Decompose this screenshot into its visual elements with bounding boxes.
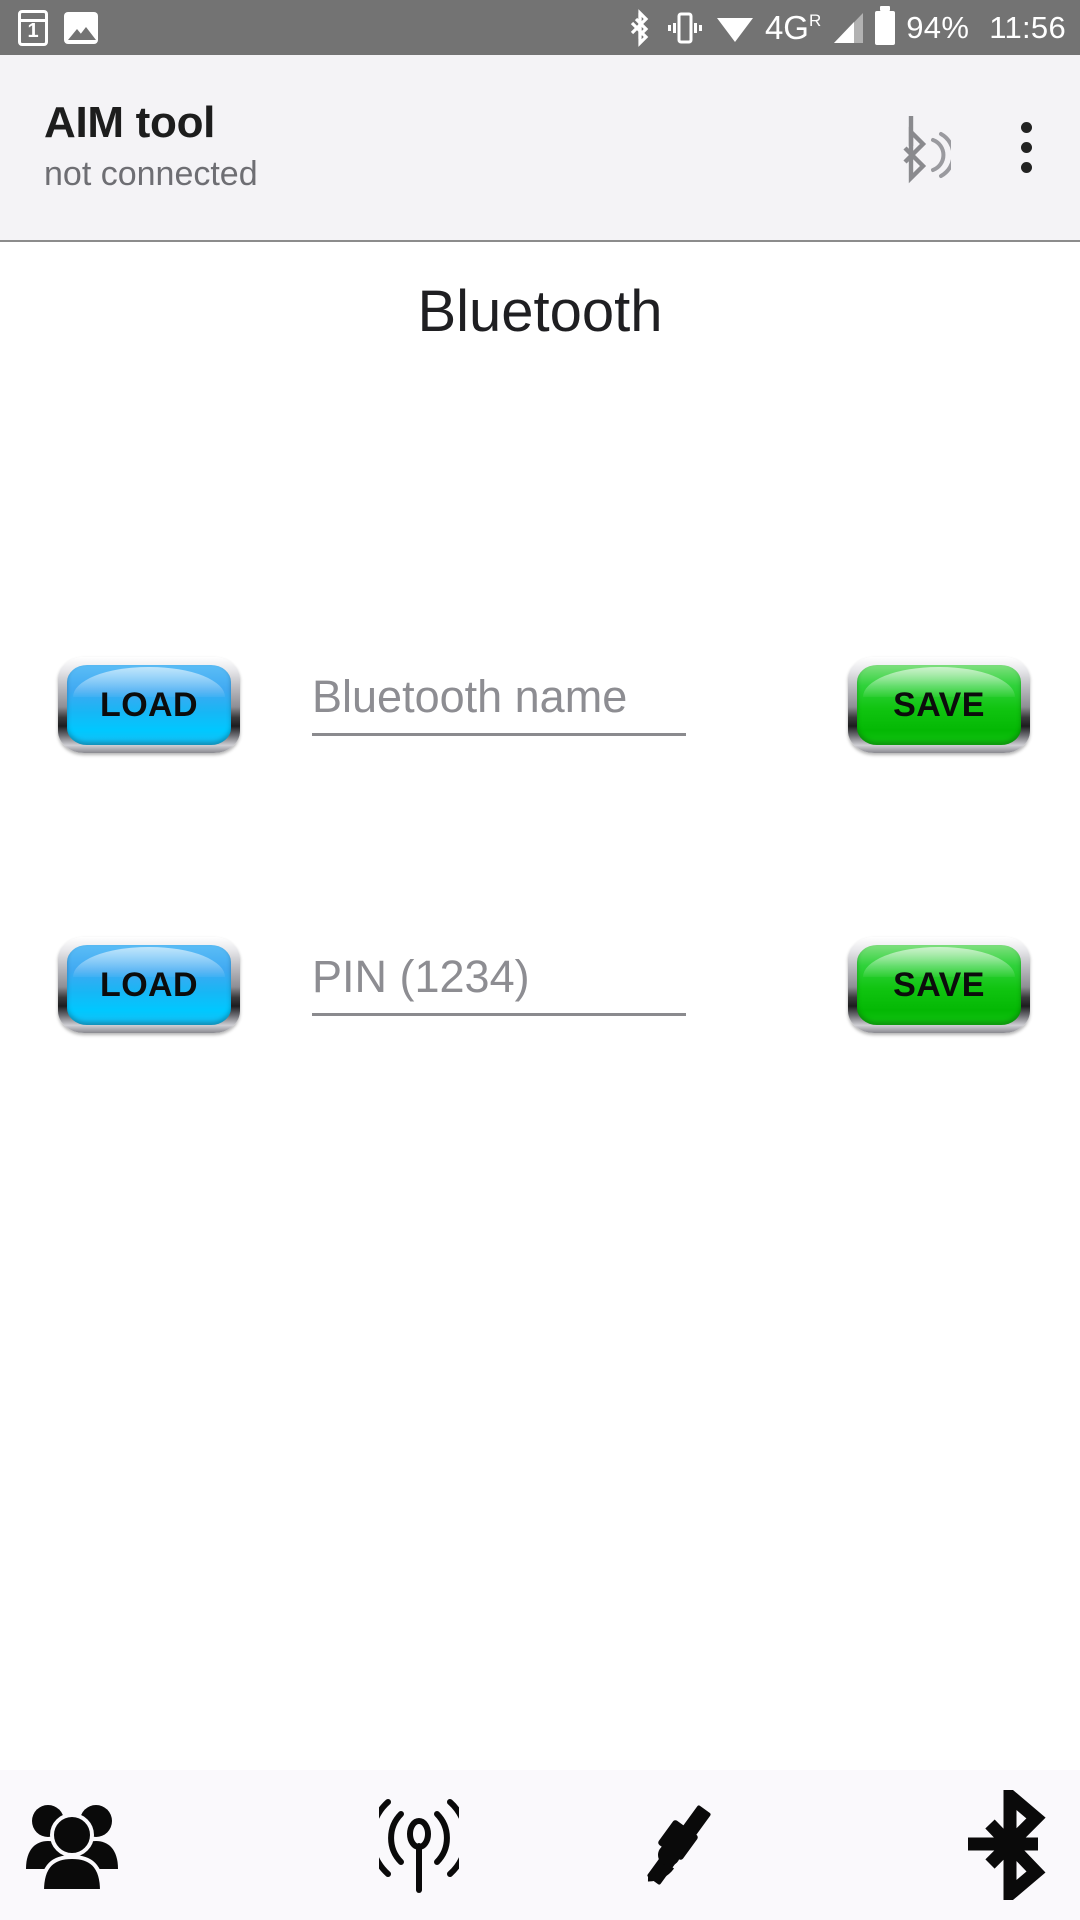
- signal-icon: [834, 12, 864, 43]
- button-face: SAVE: [857, 945, 1021, 1025]
- bluetooth-searching-icon[interactable]: [889, 112, 951, 184]
- content-background: [0, 242, 1080, 1920]
- battery-icon: [875, 5, 896, 45]
- app-bar-titles: AIM tool not connected: [44, 99, 258, 195]
- status-bar-notifications: 1: [18, 9, 98, 46]
- overflow-dot: [1021, 162, 1032, 173]
- sim-card-label: 1: [27, 19, 39, 42]
- network-type: 4G R: [765, 11, 821, 44]
- pin-field[interactable]: PIN (1234): [312, 954, 686, 1016]
- overflow-dot: [1021, 122, 1032, 133]
- app-title: AIM tool: [44, 98, 216, 148]
- bottom-navigation: [0, 1770, 1080, 1920]
- connection-status: not connected: [44, 155, 258, 193]
- sim-card-icon: 1: [18, 9, 48, 46]
- battery-percent: 94%: [906, 10, 970, 45]
- pin-placeholder: PIN (1234): [312, 951, 530, 1002]
- bluetooth-icon: [630, 8, 649, 47]
- nav-satellite[interactable]: [551, 1770, 816, 1920]
- status-bar-icons: 4G R 94% 11:56: [628, 5, 1066, 47]
- network-label: 4G: [764, 9, 809, 46]
- load-button-label: LOAD: [100, 686, 198, 724]
- button-face: SAVE: [857, 665, 1021, 745]
- save-pin-button[interactable]: SAVE: [848, 937, 1030, 1033]
- button-face: LOAD: [67, 945, 231, 1025]
- overflow-dot: [1021, 142, 1032, 153]
- bluetooth-name-placeholder: Bluetooth name: [312, 671, 628, 722]
- broadcast-antenna-icon: [378, 1799, 459, 1893]
- save-button-label: SAVE: [893, 686, 985, 724]
- save-bluetooth-name-button[interactable]: SAVE: [848, 657, 1030, 753]
- load-button-label: LOAD: [100, 966, 198, 1004]
- roaming-indicator: R: [808, 11, 822, 30]
- nav-bluetooth[interactable]: [816, 1770, 1080, 1920]
- group-people-icon: [26, 1805, 118, 1891]
- load-bluetooth-name-button[interactable]: LOAD: [58, 657, 240, 753]
- clock: 11:56: [989, 10, 1066, 45]
- nav-antenna[interactable]: [287, 1770, 552, 1920]
- app-bar-actions: [889, 112, 1052, 184]
- nav-group[interactable]: [0, 1770, 287, 1920]
- app-bar: AIM tool not connected: [0, 55, 1080, 242]
- button-face: LOAD: [67, 665, 231, 745]
- bluetooth-icon: [968, 1790, 1046, 1900]
- bluetooth-name-row: LOAD Bluetooth name SAVE: [0, 655, 1080, 755]
- vibrate-icon: [667, 12, 702, 43]
- status-bar: 1 4G R 94% 11:56: [0, 0, 1080, 55]
- overflow-menu-icon[interactable]: [1007, 112, 1046, 183]
- pin-row: LOAD PIN (1234) SAVE: [0, 935, 1080, 1035]
- page-title: Bluetooth: [417, 279, 663, 344]
- satellite-icon: [647, 1805, 711, 1885]
- wifi-icon: [716, 17, 753, 42]
- load-pin-button[interactable]: LOAD: [58, 937, 240, 1033]
- bluetooth-name-field[interactable]: Bluetooth name: [312, 674, 686, 736]
- save-button-label: SAVE: [893, 966, 985, 1004]
- gallery-image-icon: [64, 11, 98, 44]
